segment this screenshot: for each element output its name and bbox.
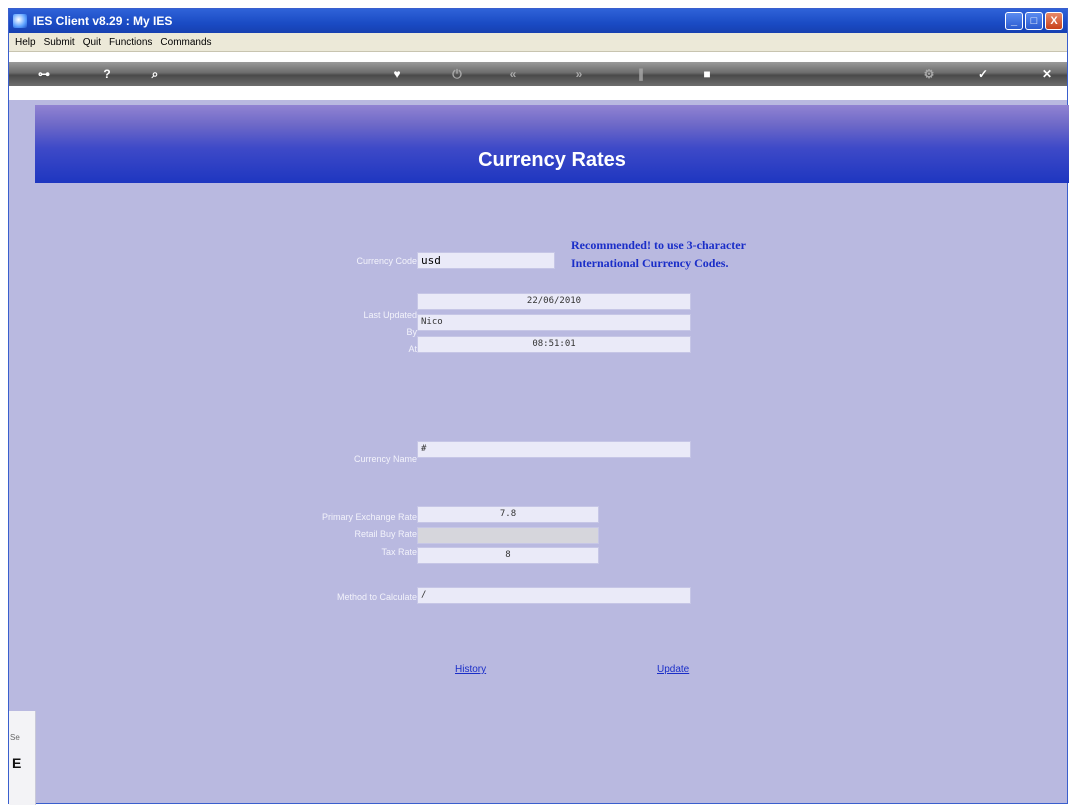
method-to-calculate-label: Method to Calculate — [336, 592, 417, 602]
menu-quit[interactable]: Quit — [83, 37, 101, 48]
heart-icon[interactable]: ♥ — [389, 66, 405, 82]
primary-exchange-rate-label: Primary Exchange Rate — [321, 512, 417, 522]
toolbar: ⊶ ? ⌕ ♥ ⏻ « » ∥ ■ ⚙ ✓ ✕ — [9, 52, 1067, 100]
notice-line-1: Recommended! to use 3-character — [571, 238, 746, 252]
maximize-button[interactable]: □ — [1025, 12, 1043, 30]
gear-icon[interactable]: ⚙ — [921, 66, 937, 82]
last-updated-label: Last Updated — [363, 310, 417, 320]
power-icon[interactable]: ⏻ — [449, 66, 465, 82]
history-link[interactable]: History — [455, 664, 486, 675]
app-window: IES Client v8.29 : My IES _ □ X Help Sub… — [8, 8, 1069, 805]
by-field: Nico — [417, 314, 691, 331]
side-panel-glyph: E — [12, 755, 22, 771]
notice-line-2: International Currency Codes. — [571, 256, 729, 270]
cancel-icon[interactable]: ✕ — [1039, 66, 1055, 82]
update-link[interactable]: Update — [657, 664, 689, 675]
currency-code-field[interactable]: usd — [417, 252, 555, 269]
rewind-icon[interactable]: « — [505, 66, 521, 82]
primary-exchange-rate-field[interactable]: 7.8 — [417, 506, 599, 523]
close-button[interactable]: X — [1045, 12, 1063, 30]
tax-rate-label: Tax Rate — [381, 547, 417, 557]
last-updated-field: 22/06/2010 — [417, 293, 691, 310]
retail-buy-rate-field[interactable] — [417, 527, 599, 544]
at-label: At — [408, 344, 417, 354]
fast-forward-icon[interactable]: » — [571, 66, 587, 82]
check-icon[interactable]: ✓ — [975, 66, 991, 82]
stop-icon[interactable]: ■ — [699, 66, 715, 82]
menu-bar: Help Submit Quit Functions Commands — [9, 33, 1067, 52]
menu-submit[interactable]: Submit — [44, 37, 75, 48]
side-panel: Se E — [9, 711, 36, 805]
menu-functions[interactable]: Functions — [109, 37, 152, 48]
menu-commands[interactable]: Commands — [160, 37, 211, 48]
minimize-button[interactable]: _ — [1005, 12, 1023, 30]
recommendation-notice: Recommended! to use 3-character Internat… — [571, 236, 746, 272]
help-icon[interactable]: ? — [99, 66, 115, 82]
app-icon — [13, 14, 27, 28]
toolbar-strip: ⊶ ? ⌕ ♥ ⏻ « » ∥ ■ ⚙ ✓ ✕ — [9, 62, 1067, 86]
currency-code-label: Currency Code — [356, 256, 417, 266]
page-banner: Currency Rates — [35, 105, 1069, 183]
side-panel-text: Se — [10, 733, 20, 742]
tax-rate-field[interactable]: 8 — [417, 547, 599, 564]
title-bar: IES Client v8.29 : My IES _ □ X — [9, 9, 1067, 33]
menu-help[interactable]: Help — [15, 37, 36, 48]
by-label: By — [406, 327, 417, 337]
window-controls: _ □ X — [1005, 12, 1063, 30]
search-icon[interactable]: ⌕ — [147, 66, 163, 82]
currency-name-label: Currency Name — [353, 454, 417, 464]
method-to-calculate-field[interactable]: / — [417, 587, 691, 604]
retail-buy-rate-label: Retail Buy Rate — [354, 529, 417, 539]
at-field: 08:51:01 — [417, 336, 691, 353]
page-title: Currency Rates — [478, 149, 626, 171]
currency-name-field[interactable]: # — [417, 441, 691, 458]
key-icon[interactable]: ⊶ — [31, 66, 57, 82]
pause-icon[interactable]: ∥ — [633, 66, 649, 82]
window-title: IES Client v8.29 : My IES — [33, 14, 173, 28]
